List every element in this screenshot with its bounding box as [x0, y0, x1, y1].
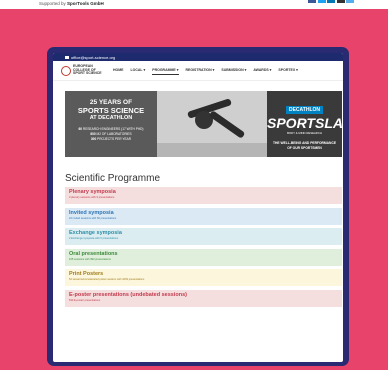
session-card-posters[interactable]: Print Posters 52 sessions/unmoderated po…: [65, 269, 342, 286]
session-subtitle: 530 E-poster presentations: [69, 298, 101, 302]
sportslab-subtitle: BODY & MIND RESEARCH: [287, 131, 322, 136]
hero-left-panel: 25 YEARS OF SPORTS SCIENCE AT DECATHLON …: [65, 91, 157, 157]
nav-item-programme[interactable]: PROGRAMME ▾: [152, 66, 179, 75]
device-frame: office@sport-science.org EUROPEAN COLLEG…: [47, 47, 349, 366]
sportslab-logo: SPORTSLAB: [267, 115, 343, 131]
supported-prefix: Supported by: [39, 1, 66, 6]
hero-banner[interactable]: 25 YEARS OF SPORTS SCIENCE AT DECATHLON …: [65, 91, 343, 157]
logo-text: EUROPEAN COLLEGE OF SPORT SCIENCE: [73, 63, 102, 76]
nav-menu: HOME LOCAL ▾ PROGRAMME ▾ REGISTRATION ▾ …: [113, 66, 298, 75]
nav-item-registration[interactable]: REGISTRATION ▾: [186, 66, 215, 75]
session-title: Invited symposia: [69, 209, 114, 216]
session-subtitle: 22 invited sessions with 66 presentation…: [69, 216, 117, 220]
hero-athlete-image: [157, 91, 267, 157]
nav-item-sportex[interactable]: SPORTEX ▾: [278, 66, 297, 75]
facebook-icon[interactable]: [308, 0, 316, 3]
email-link[interactable]: office@sport-science.org: [65, 55, 115, 60]
hero-right-panel: DECATHLON SPORTSLAB BODY & MIND RESEARCH…: [267, 91, 343, 157]
share-icon[interactable]: [346, 0, 354, 3]
nav-item-local[interactable]: LOCAL ▾: [131, 66, 146, 75]
mail-icon: [65, 55, 69, 59]
hero-title-line-3: AT DECATHLON: [89, 115, 133, 121]
nav-item-home[interactable]: HOME: [113, 66, 124, 75]
track-floor: [157, 143, 267, 157]
page-title: Scientific Programme: [65, 173, 161, 184]
session-card-invited[interactable]: Invited symposia 22 invited sessions wit…: [65, 207, 342, 225]
session-subtitle: 165 sessions with 990 presentations: [69, 257, 111, 261]
website-screen: office@sport-science.org EUROPEAN COLLEG…: [53, 53, 343, 362]
twitter-icon[interactable]: [317, 0, 326, 3]
linkedin-icon[interactable]: [327, 0, 335, 3]
session-title: Print Posters: [69, 271, 104, 277]
hero-title-line-1: 25 YEARS OF: [89, 99, 133, 106]
session-title: Exchange symposia: [69, 230, 122, 236]
session-card-eposter[interactable]: E-poster presentations (undebated sessio…: [65, 289, 342, 307]
session-title: Oral presentations: [69, 250, 118, 257]
nav-item-submission[interactable]: SUBMISSION ▾: [221, 66, 246, 75]
session-subtitle: 52 sessions/unmoderated poster session w…: [69, 278, 145, 281]
email-text: office@sport-science.org: [71, 54, 116, 60]
info-bar: office@sport-science.org: [53, 53, 343, 61]
main-navbar: EUROPEAN COLLEGE OF SPORT SCIENCE HOME L…: [53, 61, 343, 81]
session-card-plenary[interactable]: Plenary symposia 3 plenary sessions with…: [65, 187, 342, 204]
athlete-leg: [208, 110, 246, 139]
instagram-icon[interactable]: [336, 0, 345, 3]
hero-tagline-2: OF OUR SPORTSMEN: [287, 146, 322, 151]
session-card-exchange[interactable]: Exchange symposia 2 Exchange symposia wi…: [65, 228, 342, 245]
session-subtitle: 3 plenary sessions with 9 presentations: [69, 196, 115, 199]
session-list: Plenary symposia 3 plenary sessions with…: [65, 187, 342, 310]
hero-title-line-2: SPORTS SCIENCE: [77, 106, 145, 115]
session-title: Plenary symposia: [69, 189, 116, 195]
session-card-oral[interactable]: Oral presentations 165 sessions with 990…: [65, 248, 342, 266]
decathlon-logo: DECATHLON: [285, 106, 323, 114]
logo-mark-icon: [61, 65, 71, 76]
top-strip: Supported by SporTools GmbH: [0, 0, 388, 9]
supporter-name: SporTools GmbH: [67, 1, 104, 6]
hero-stat: 300 PROJECTS PER YEAR: [90, 136, 132, 141]
session-subtitle: 2 Exchange symposia with 6 presentations: [69, 237, 119, 240]
supported-by-text: Supported by SporTools GmbH: [39, 1, 104, 6]
social-icons: [308, 0, 354, 3]
site-logo[interactable]: EUROPEAN COLLEGE OF SPORT SCIENCE: [61, 63, 103, 77]
nav-item-awards[interactable]: AWARDS ▾: [253, 66, 271, 75]
session-title: E-poster presentations (undebated sessio…: [69, 291, 187, 298]
